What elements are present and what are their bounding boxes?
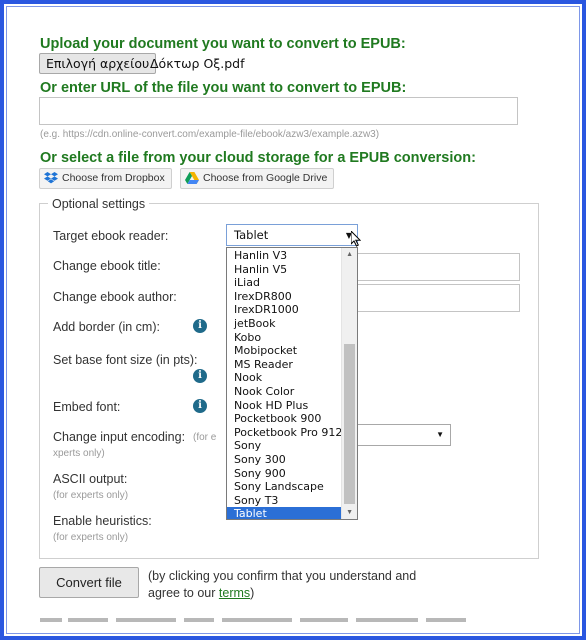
dropdown-option[interactable]: Pocketbook 900 — [227, 412, 342, 426]
ebook-title-input[interactable] — [356, 253, 520, 281]
encoding-note-cont: xperts only) — [53, 448, 105, 459]
encoding-select[interactable]: ▼ — [356, 424, 451, 446]
chevron-down-icon: ▼ — [436, 430, 444, 439]
dropdown-option[interactable]: Hanlin V3 — [227, 249, 342, 263]
cropped-footer-text — [40, 618, 466, 622]
encoding-label: Change input encoding: — [53, 430, 186, 444]
dropdown-option[interactable]: MS Reader — [227, 358, 342, 372]
dropdown-option[interactable]: jetBook — [227, 317, 342, 331]
embed-font-label: Embed font: — [53, 400, 121, 414]
dropdown-option-list: Hanlin V3 Hanlin V5 iLiad IrexDR800 IrexDR10… — [227, 249, 342, 519]
google-drive-button[interactable]: Choose from Google Drive — [180, 168, 335, 189]
target-reader-dropdown[interactable]: Hanlin V3 Hanlin V5 iLiad IrexDR800 IrexDR10… — [226, 247, 358, 520]
dropdown-option[interactable]: Sony Landscape — [227, 480, 342, 494]
heuristics-note: (for experts only) — [53, 532, 129, 543]
scrollbar-thumb[interactable] — [344, 344, 355, 504]
encoding-note: (for e — [193, 432, 217, 443]
scroll-up-icon[interactable]: ▲ — [346, 251, 353, 258]
dropdown-option[interactable]: Hanlin V5 — [227, 263, 342, 277]
dropdown-option[interactable]: Nook — [227, 371, 342, 385]
font-size-label: Set base font size (in pts): — [53, 353, 198, 367]
mouse-cursor-icon — [351, 231, 361, 247]
dropdown-option[interactable]: Sony T3 — [227, 494, 342, 508]
border-label: Add border (in cm): — [53, 320, 160, 334]
dropbox-label: Choose from Dropbox — [62, 172, 165, 184]
google-drive-icon — [185, 172, 199, 184]
dropbox-button[interactable]: Choose from Dropbox — [39, 168, 172, 189]
border-info-icon[interactable]: i — [193, 319, 207, 333]
ebook-title-label: Change ebook title: — [53, 259, 161, 273]
dropdown-option[interactable]: IrexDR1000 — [227, 303, 342, 317]
font-size-info-icon[interactable]: i — [193, 369, 207, 383]
dropdown-option[interactable]: Sony 300 — [227, 453, 342, 467]
selected-file-name: Δόκτωρ Οξ.pdf — [150, 56, 245, 71]
dropdown-option[interactable]: Sony 900 — [227, 467, 342, 481]
converter-page: Upload your document you want to convert… — [0, 0, 586, 640]
ebook-author-label: Change ebook author: — [53, 290, 177, 304]
ascii-output-note: (for experts only) — [53, 490, 129, 501]
ascii-output-label: ASCII output: — [53, 472, 128, 486]
url-input[interactable] — [39, 97, 518, 125]
terms-link[interactable]: terms — [219, 586, 250, 600]
url-hint: (e.g. https://cdn.online-convert.com/exa… — [40, 129, 380, 140]
dropdown-option[interactable]: Tablet — [227, 507, 342, 519]
url-heading: Or enter URL of the file you want to con… — [40, 80, 407, 96]
scroll-down-icon[interactable]: ▼ — [346, 509, 353, 516]
target-reader-label: Target ebook reader: — [53, 229, 169, 243]
confirm-text: (by clicking you confirm that you unders… — [148, 568, 448, 602]
dropdown-option[interactable]: IrexDR800 — [227, 290, 342, 304]
ebook-author-input[interactable] — [356, 284, 520, 312]
target-reader-select[interactable]: Tablet ▼ — [226, 224, 358, 246]
dropbox-icon — [44, 172, 58, 184]
dropdown-option[interactable]: Nook HD Plus — [227, 399, 342, 413]
upload-heading: Upload your document you want to convert… — [40, 36, 406, 52]
convert-file-button[interactable]: Convert file — [39, 567, 139, 598]
embed-font-info-icon[interactable]: i — [193, 399, 207, 413]
dropdown-option[interactable]: iLiad — [227, 276, 342, 290]
google-drive-label: Choose from Google Drive — [203, 172, 328, 184]
dropdown-scrollbar[interactable]: ▲ ▼ — [341, 248, 357, 519]
dropdown-option[interactable]: Mobipocket — [227, 344, 342, 358]
dropdown-option[interactable]: Pocketbook Pro 912 — [227, 426, 342, 440]
confirm-text-end: ) — [250, 586, 255, 600]
confirm-text-main: (by clicking you confirm that you unders… — [148, 569, 417, 600]
heuristics-label: Enable heuristics: — [53, 514, 152, 528]
target-reader-value: Tablet — [234, 228, 269, 242]
dropdown-option[interactable]: Sony — [227, 439, 342, 453]
optional-settings-legend: Optional settings — [48, 197, 150, 211]
cloud-heading: Or select a file from your cloud storage… — [40, 150, 476, 166]
dropdown-option[interactable]: Kobo — [227, 331, 342, 345]
dropdown-option[interactable]: Nook Color — [227, 385, 342, 399]
choose-file-button[interactable]: Επιλογή αρχείου — [39, 53, 157, 74]
